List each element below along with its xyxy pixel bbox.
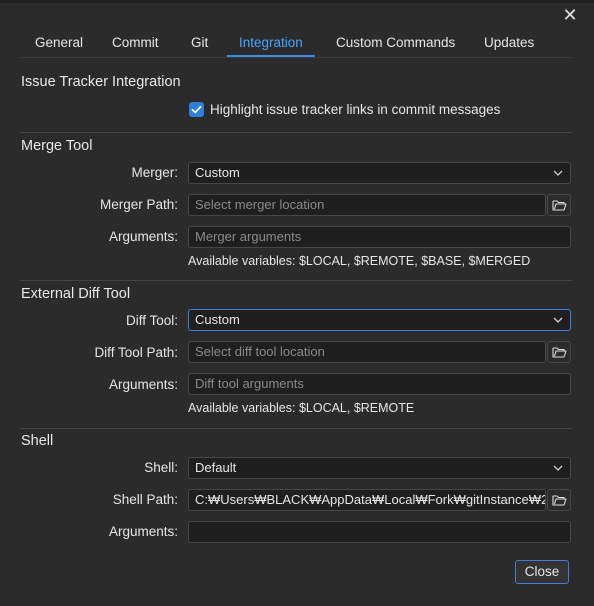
diff-tool-browse-button[interactable] <box>547 341 571 363</box>
divider <box>20 428 572 429</box>
chevron-down-icon <box>553 317 563 323</box>
shell-args-input[interactable] <box>188 521 571 543</box>
close-button[interactable]: Close <box>515 560 569 584</box>
tab-commit[interactable]: Commit <box>100 30 171 56</box>
diff-tool-value: Custom <box>195 312 240 327</box>
shell-browse-button[interactable] <box>547 489 571 511</box>
merge-variables-hint: Available variables: $LOCAL, $REMOTE, $B… <box>188 254 531 268</box>
diff-tool-path-label: Diff Tool Path: <box>94 345 178 360</box>
merger-args-label: Arguments: <box>108 229 178 244</box>
diff-tool-title: External Diff Tool <box>21 286 131 302</box>
merger-args-input[interactable]: Merger arguments <box>188 226 571 248</box>
merger-path-label: Merger Path: <box>99 197 178 212</box>
tab-custom-commands[interactable]: Custom Commands <box>324 30 467 56</box>
chevron-down-icon <box>553 465 563 471</box>
diff-tool-args-label: Arguments: <box>108 377 178 392</box>
chevron-down-icon <box>553 170 563 176</box>
highlight-links-label: Highlight issue tracker links in commit … <box>210 102 501 117</box>
diff-tool-select[interactable]: Custom <box>188 309 571 331</box>
merger-browse-button[interactable] <box>547 194 571 216</box>
shell-title: Shell <box>21 433 54 449</box>
tab-bar: General Commit Git Integration Custom Co… <box>20 30 572 58</box>
merger-select[interactable]: Custom <box>188 162 571 184</box>
merger-path-input[interactable]: Select merger location <box>188 194 546 216</box>
issue-tracker-title: Issue Tracker Integration <box>21 74 181 90</box>
merger-value: Custom <box>195 165 240 180</box>
shell-path-input[interactable]: C:₩Users₩BLACK₩AppData₩Local₩Fork₩gitIns… <box>188 489 546 511</box>
merger-label: Merger: <box>131 165 178 180</box>
folder-icon <box>552 200 567 211</box>
diff-tool-args-input[interactable]: Diff tool arguments <box>188 373 571 395</box>
tab-general[interactable]: General <box>23 30 95 56</box>
shell-value: Default <box>195 460 237 475</box>
tab-updates[interactable]: Updates <box>472 30 546 56</box>
divider <box>20 132 572 133</box>
diff-tool-label: Diff Tool: <box>125 313 178 328</box>
tab-integration[interactable]: Integration <box>227 30 315 57</box>
title-strip <box>0 0 594 3</box>
divider <box>20 280 572 281</box>
folder-icon <box>552 347 567 358</box>
checkmark-icon <box>191 105 202 114</box>
merge-tool-title: Merge Tool <box>21 138 93 154</box>
shell-args-label: Arguments: <box>108 524 178 539</box>
diff-tool-path-input[interactable]: Select diff tool location <box>188 341 546 363</box>
shell-select[interactable]: Default <box>188 457 571 479</box>
highlight-links-checkbox[interactable] <box>189 102 204 117</box>
diff-variables-hint: Available variables: $LOCAL, $REMOTE <box>188 401 415 415</box>
tab-git[interactable]: Git <box>179 30 220 56</box>
shell-path-label: Shell Path: <box>112 492 178 507</box>
close-icon[interactable]: ✕ <box>560 5 580 25</box>
folder-icon <box>552 495 567 506</box>
shell-label: Shell: <box>144 460 178 475</box>
